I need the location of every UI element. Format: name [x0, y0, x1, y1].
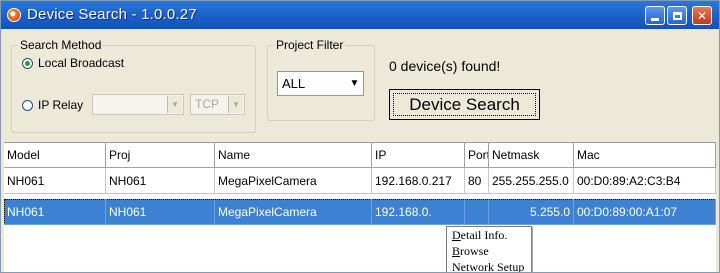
- cell-port: [465, 199, 489, 225]
- radio-unchecked-icon: [22, 99, 33, 111]
- cell-netmask: 255.255.255.0: [489, 168, 574, 194]
- cell-mac: 00:D0:89:00:A1:07: [574, 199, 716, 225]
- chevron-down-icon[interactable]: ▼: [167, 96, 182, 113]
- context-menu-item-browse[interactable]: Browse: [447, 243, 531, 259]
- local-broadcast-radio[interactable]: Local Broadcast: [22, 56, 124, 70]
- device-count-status: 0 device(s) found!: [389, 58, 501, 74]
- table-row-selected[interactable]: NH061 NH061 MegaPixelCamera 192.168.0. 5…: [4, 199, 716, 225]
- cell-port: 80: [465, 168, 489, 194]
- title-bar[interactable]: Device Search - 1.0.0.27 ✕: [1, 1, 719, 29]
- project-filter-group: Project Filter ALL ▼: [267, 38, 375, 121]
- project-filter-value: ALL: [282, 76, 306, 91]
- cell-ip: 192.168.0.217: [372, 168, 465, 194]
- project-filter-combo[interactable]: ALL ▼: [277, 71, 364, 96]
- column-header-ip[interactable]: IP: [372, 143, 465, 167]
- radio-checked-icon: [22, 57, 33, 69]
- protocol-combo[interactable]: TCP ▼: [190, 94, 245, 115]
- ip-relay-label: IP Relay: [38, 98, 84, 112]
- column-header-port[interactable]: Port: [465, 143, 489, 167]
- cell-model: NH061: [4, 168, 106, 194]
- focus-rect: [393, 93, 536, 116]
- ip-relay-address-combo[interactable]: ▼: [92, 94, 184, 115]
- device-list-header: Model Proj Name IP Port Netmask Mac: [4, 143, 716, 168]
- device-list[interactable]: Model Proj Name IP Port Netmask Mac NH06…: [4, 142, 716, 272]
- maximize-icon: [672, 11, 682, 20]
- ip-relay-radio[interactable]: IP Relay: [22, 98, 83, 112]
- minimize-button[interactable]: [645, 6, 665, 25]
- window-title: Device Search - 1.0.0.27: [27, 6, 197, 23]
- column-header-mac[interactable]: Mac: [574, 143, 716, 167]
- cell-ip: 192.168.0.: [372, 199, 465, 225]
- device-search-app-icon[interactable]: [7, 8, 21, 22]
- column-header-netmask[interactable]: Netmask: [489, 143, 574, 167]
- protocol-value: TCP: [195, 97, 219, 111]
- search-method-legend: Search Method: [18, 38, 104, 52]
- table-row[interactable]: NH061 NH061 MegaPixelCamera 192.168.0.21…: [4, 168, 716, 194]
- close-button[interactable]: ✕: [692, 6, 712, 25]
- row-context-menu: Detail Info. Browse Network Setup: [446, 226, 532, 272]
- cell-model: NH061: [4, 199, 106, 225]
- context-menu-item-detail-info[interactable]: Detail Info.: [447, 227, 531, 243]
- column-header-proj[interactable]: Proj: [106, 143, 215, 167]
- cell-proj: NH061: [106, 168, 215, 194]
- device-search-button[interactable]: Device Search: [389, 89, 540, 120]
- chevron-down-icon[interactable]: ▼: [347, 73, 362, 94]
- cell-name: MegaPixelCamera: [215, 199, 372, 225]
- cell-netmask: 5.255.0: [489, 199, 574, 225]
- cell-mac: 00:D0:89:A2:C3:B4: [574, 168, 716, 194]
- column-header-name[interactable]: Name: [215, 143, 372, 167]
- local-broadcast-label: Local Broadcast: [38, 56, 125, 70]
- device-search-window: Device Search - 1.0.0.27 ✕ Search Method…: [0, 0, 720, 273]
- cell-name: MegaPixelCamera: [215, 168, 372, 194]
- project-filter-legend: Project Filter: [274, 38, 346, 52]
- search-method-group: Search Method Local Broadcast IP Relay ▼…: [11, 38, 256, 133]
- chevron-down-icon[interactable]: ▼: [228, 96, 243, 113]
- minimize-icon: [651, 11, 659, 21]
- close-icon: ✕: [696, 8, 708, 23]
- context-menu-item-network-setup[interactable]: Network Setup: [447, 259, 531, 272]
- column-header-model[interactable]: Model: [4, 143, 106, 167]
- maximize-button[interactable]: [667, 6, 687, 25]
- cell-proj: NH061: [106, 199, 215, 225]
